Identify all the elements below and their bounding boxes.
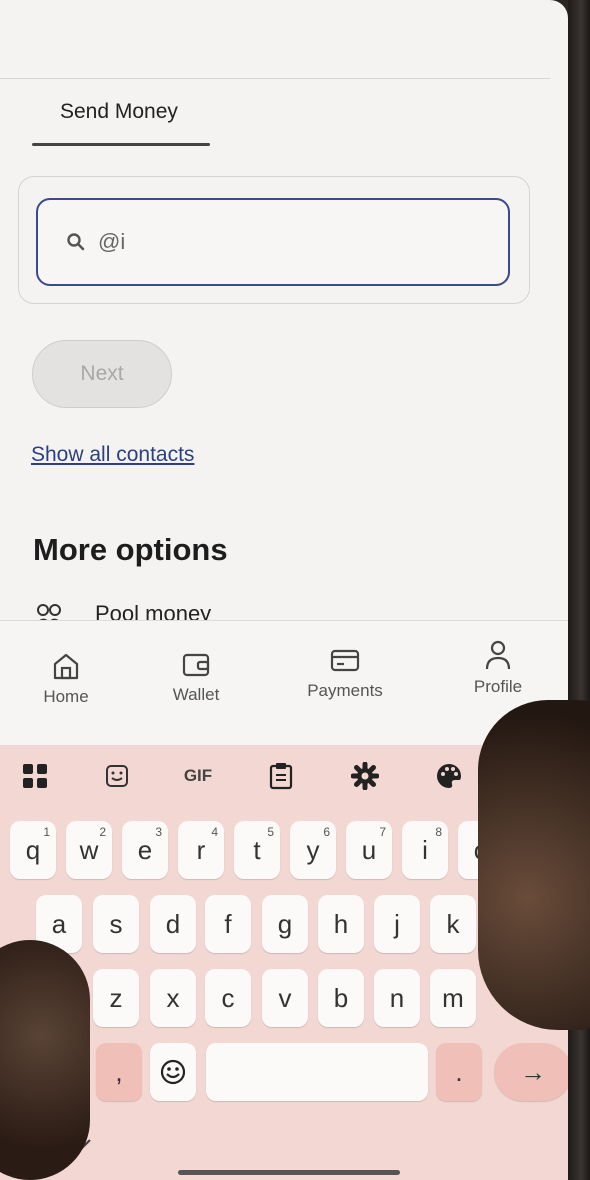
- finger-right: [478, 700, 590, 1030]
- key-label: w: [79, 834, 99, 865]
- key-t[interactable]: t5: [234, 821, 280, 879]
- key-w[interactable]: w2: [66, 821, 112, 879]
- key-hint: 2: [99, 825, 106, 839]
- divider: [0, 78, 550, 79]
- search-icon: [67, 233, 85, 251]
- space-bar[interactable]: [206, 1043, 428, 1101]
- nav-payments-label: Payments: [307, 681, 383, 700]
- key-label: y: [306, 834, 320, 865]
- key-e[interactable]: e3: [122, 821, 168, 879]
- bottom-navigation: Home Wallet Payments Profile: [0, 620, 568, 746]
- home-icon: [53, 653, 79, 680]
- nav-wallet-label: Wallet: [172, 685, 220, 704]
- key-hint: 7: [379, 825, 386, 839]
- key-y[interactable]: y6: [290, 821, 336, 879]
- period-key[interactable]: .: [436, 1043, 482, 1101]
- more-options-heading: More options: [33, 532, 228, 567]
- key-label: t: [253, 834, 261, 865]
- key-h[interactable]: h: [318, 895, 364, 953]
- key-v[interactable]: v: [262, 969, 308, 1027]
- tab-send-money[interactable]: Send Money: [60, 100, 178, 124]
- clipboard-icon[interactable]: [266, 761, 296, 791]
- gif-button[interactable]: GIF: [180, 761, 216, 791]
- key-k[interactable]: k: [430, 895, 476, 953]
- enter-key[interactable]: →: [494, 1043, 568, 1101]
- key-hint: 3: [155, 825, 162, 839]
- key-label: e: [137, 834, 153, 865]
- key-f[interactable]: f: [205, 895, 251, 953]
- key-hint: 1: [43, 825, 50, 839]
- key-hint: 5: [267, 825, 274, 839]
- nav-home[interactable]: Home: [40, 651, 92, 707]
- emoji-icon: [160, 1059, 186, 1085]
- key-n[interactable]: n: [374, 969, 420, 1027]
- palette-icon[interactable]: [434, 761, 464, 791]
- finger-left: [0, 940, 90, 1180]
- key-j[interactable]: j: [374, 895, 420, 953]
- comma-key[interactable]: ,: [96, 1043, 142, 1101]
- sticker-icon[interactable]: [102, 761, 132, 791]
- key-b[interactable]: b: [318, 969, 364, 1027]
- key-label: q: [25, 834, 41, 865]
- key-label: u: [361, 834, 377, 865]
- search-value: @i: [98, 229, 126, 254]
- emoji-key[interactable]: [150, 1043, 196, 1101]
- key-r[interactable]: r4: [178, 821, 224, 879]
- active-tab-indicator: [32, 143, 210, 146]
- apps-grid-icon[interactable]: [20, 761, 50, 791]
- key-hint: 6: [323, 825, 330, 839]
- key-g[interactable]: g: [262, 895, 308, 953]
- key-m[interactable]: m: [430, 969, 476, 1027]
- key-q[interactable]: q1: [10, 821, 56, 879]
- key-label: i: [422, 834, 428, 865]
- key-label: r: [196, 834, 206, 865]
- key-u[interactable]: u7: [346, 821, 392, 879]
- key-c[interactable]: c: [205, 969, 251, 1027]
- search-input[interactable]: @i: [36, 198, 510, 286]
- home-indicator[interactable]: [178, 1170, 400, 1175]
- nav-home-label: Home: [43, 687, 89, 706]
- card-icon: [330, 649, 360, 672]
- gear-icon[interactable]: [350, 761, 380, 791]
- nav-wallet[interactable]: Wallet: [168, 649, 224, 705]
- app-screen: Send Money @i Next Show all contacts Mor…: [0, 0, 568, 1180]
- nav-profile[interactable]: Profile: [468, 639, 528, 697]
- wallet-icon: [182, 653, 210, 677]
- nav-profile-label: Profile: [473, 677, 523, 696]
- key-s[interactable]: s: [93, 895, 139, 953]
- nav-payments[interactable]: Payments: [302, 645, 388, 701]
- key-i[interactable]: i8: [402, 821, 448, 879]
- key-d[interactable]: d: [150, 895, 196, 953]
- show-all-contacts-link[interactable]: Show all contacts: [31, 443, 194, 467]
- key-z[interactable]: z: [93, 969, 139, 1027]
- key-hint: 8: [435, 825, 442, 839]
- next-button[interactable]: Next: [32, 340, 172, 408]
- person-icon: [485, 640, 511, 670]
- key-x[interactable]: x: [150, 969, 196, 1027]
- key-hint: 4: [211, 825, 218, 839]
